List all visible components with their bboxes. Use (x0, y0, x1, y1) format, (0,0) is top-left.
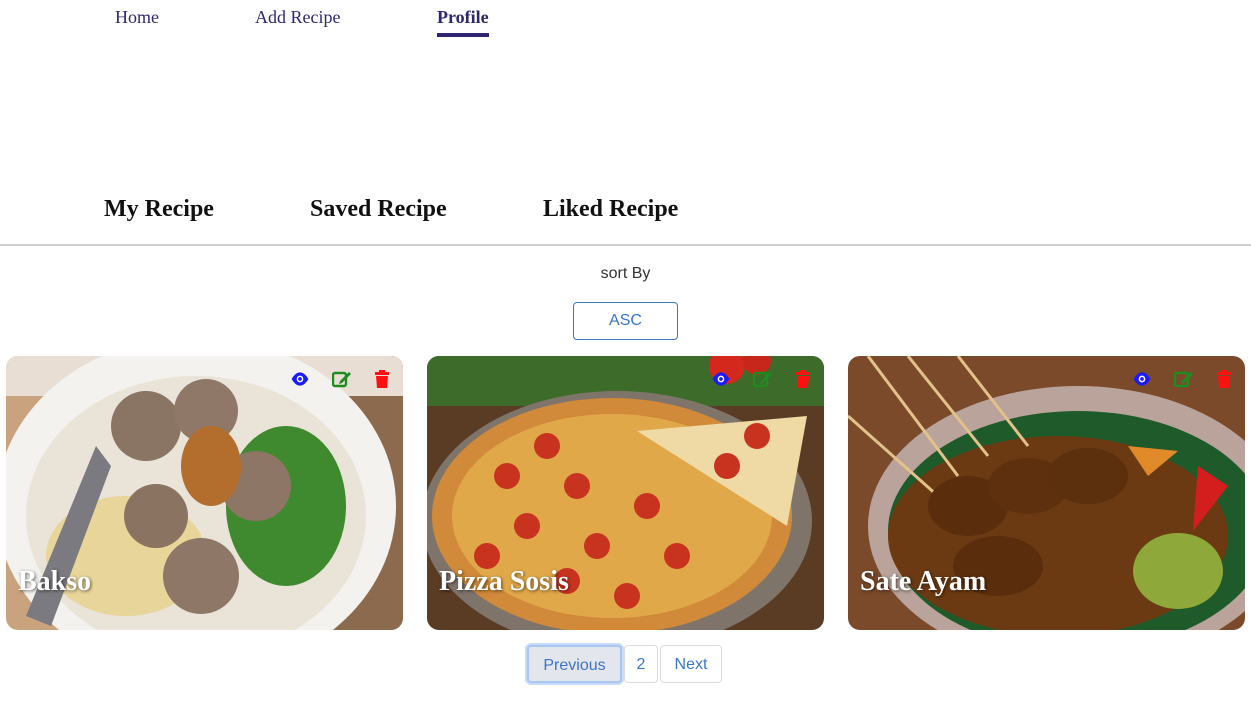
nav-profile[interactable]: Profile (437, 7, 489, 37)
recipe-title: Sate Ayam (860, 566, 987, 597)
eye-icon[interactable] (290, 370, 310, 388)
trash-icon[interactable] (1214, 370, 1234, 388)
recipe-card-pizza-sosis[interactable]: Pizza Sosis (427, 356, 824, 630)
tab-saved-recipe[interactable]: Saved Recipe (310, 196, 447, 223)
pagination-previous-button[interactable]: Previous (527, 645, 622, 683)
recipe-title: Bakso (18, 566, 92, 597)
trash-icon[interactable] (372, 370, 392, 388)
pagination-page-button[interactable]: 2 (624, 645, 658, 683)
edit-icon[interactable] (332, 370, 352, 388)
tab-my-recipe[interactable]: My Recipe (104, 196, 214, 223)
pagination-next-button[interactable]: Next (660, 645, 722, 683)
nav-add-recipe[interactable]: Add Recipe (255, 7, 340, 28)
tabs-divider (0, 244, 1251, 246)
eye-icon[interactable] (711, 370, 731, 388)
recipe-title: Pizza Sosis (439, 566, 569, 597)
recipe-card-bakso[interactable]: Bakso (6, 356, 403, 630)
eye-icon[interactable] (1132, 370, 1152, 388)
nav-home[interactable]: Home (115, 7, 159, 28)
nav-active-indicator (437, 33, 489, 37)
trash-icon[interactable] (793, 370, 813, 388)
nav-profile-label: Profile (437, 7, 489, 27)
edit-icon[interactable] (753, 370, 773, 388)
edit-icon[interactable] (1174, 370, 1194, 388)
tab-liked-recipe[interactable]: Liked Recipe (543, 196, 678, 223)
top-nav: Home Add Recipe Profile (0, 0, 1251, 40)
sort-order-button[interactable]: ASC (573, 302, 678, 340)
recipe-card-sate-ayam[interactable]: Sate Ayam (848, 356, 1245, 630)
sort-label: sort By (600, 265, 651, 282)
